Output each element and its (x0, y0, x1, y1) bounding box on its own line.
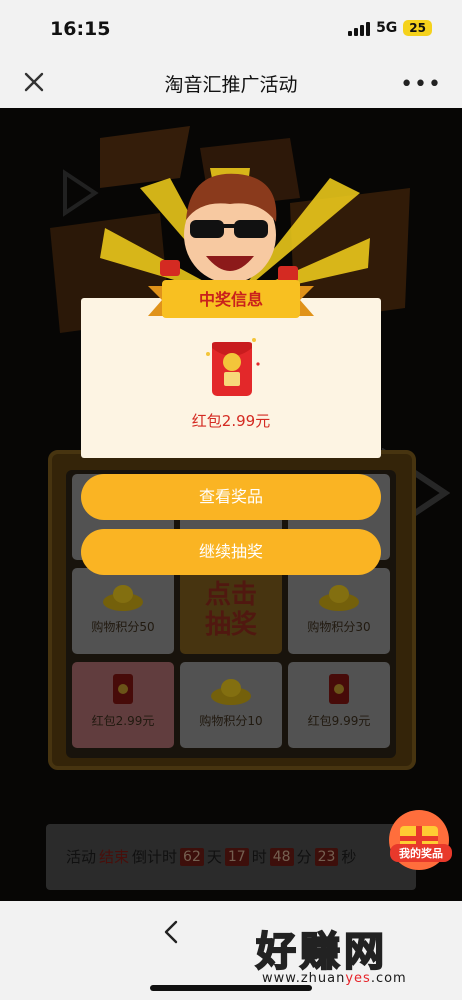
watermark-url-pre: www.zhuan (262, 971, 346, 986)
continue-draw-button[interactable]: 继续抽奖 (81, 529, 381, 575)
network-type: 5G (376, 20, 398, 36)
back-arrow-icon[interactable] (160, 919, 184, 945)
gift-box-icon[interactable] (386, 808, 452, 872)
home-indicator (150, 985, 312, 991)
signal-icon (348, 21, 371, 36)
prize-name: 红包2.99元 (191, 412, 271, 430)
my-prize-button[interactable]: 我的奖品 (390, 844, 452, 862)
red-envelope-icon (206, 338, 260, 396)
status-bar: 16:15 5G 25 (0, 0, 462, 58)
view-prize-button[interactable]: 查看奖品 (81, 474, 381, 520)
status-indicators: 5G 25 (348, 20, 432, 36)
prize-info-title: 中奖信息 (198, 290, 263, 309)
page-title: 淘音汇推广活动 (164, 74, 298, 96)
activity-stage: 购物积分50 点击 抽奖 购物积分30 红包2.99元 购物积分10 红包9.9… (0, 108, 462, 901)
battery-icon: 25 (403, 20, 432, 36)
watermark-logo: 好赚网 (255, 928, 388, 976)
watermark-url: www.zhuanyes.com (262, 971, 407, 986)
status-time: 16:15 (50, 18, 111, 40)
watermark-url-post: .com (370, 971, 407, 986)
nav-bar: 淘音汇推广活动 ••• (0, 58, 462, 108)
watermark-url-highlight: yes (345, 971, 371, 986)
bottom-bar: 好赚网 www.zhuanyes.com (0, 901, 462, 1000)
more-options-icon[interactable]: ••• (400, 72, 442, 97)
